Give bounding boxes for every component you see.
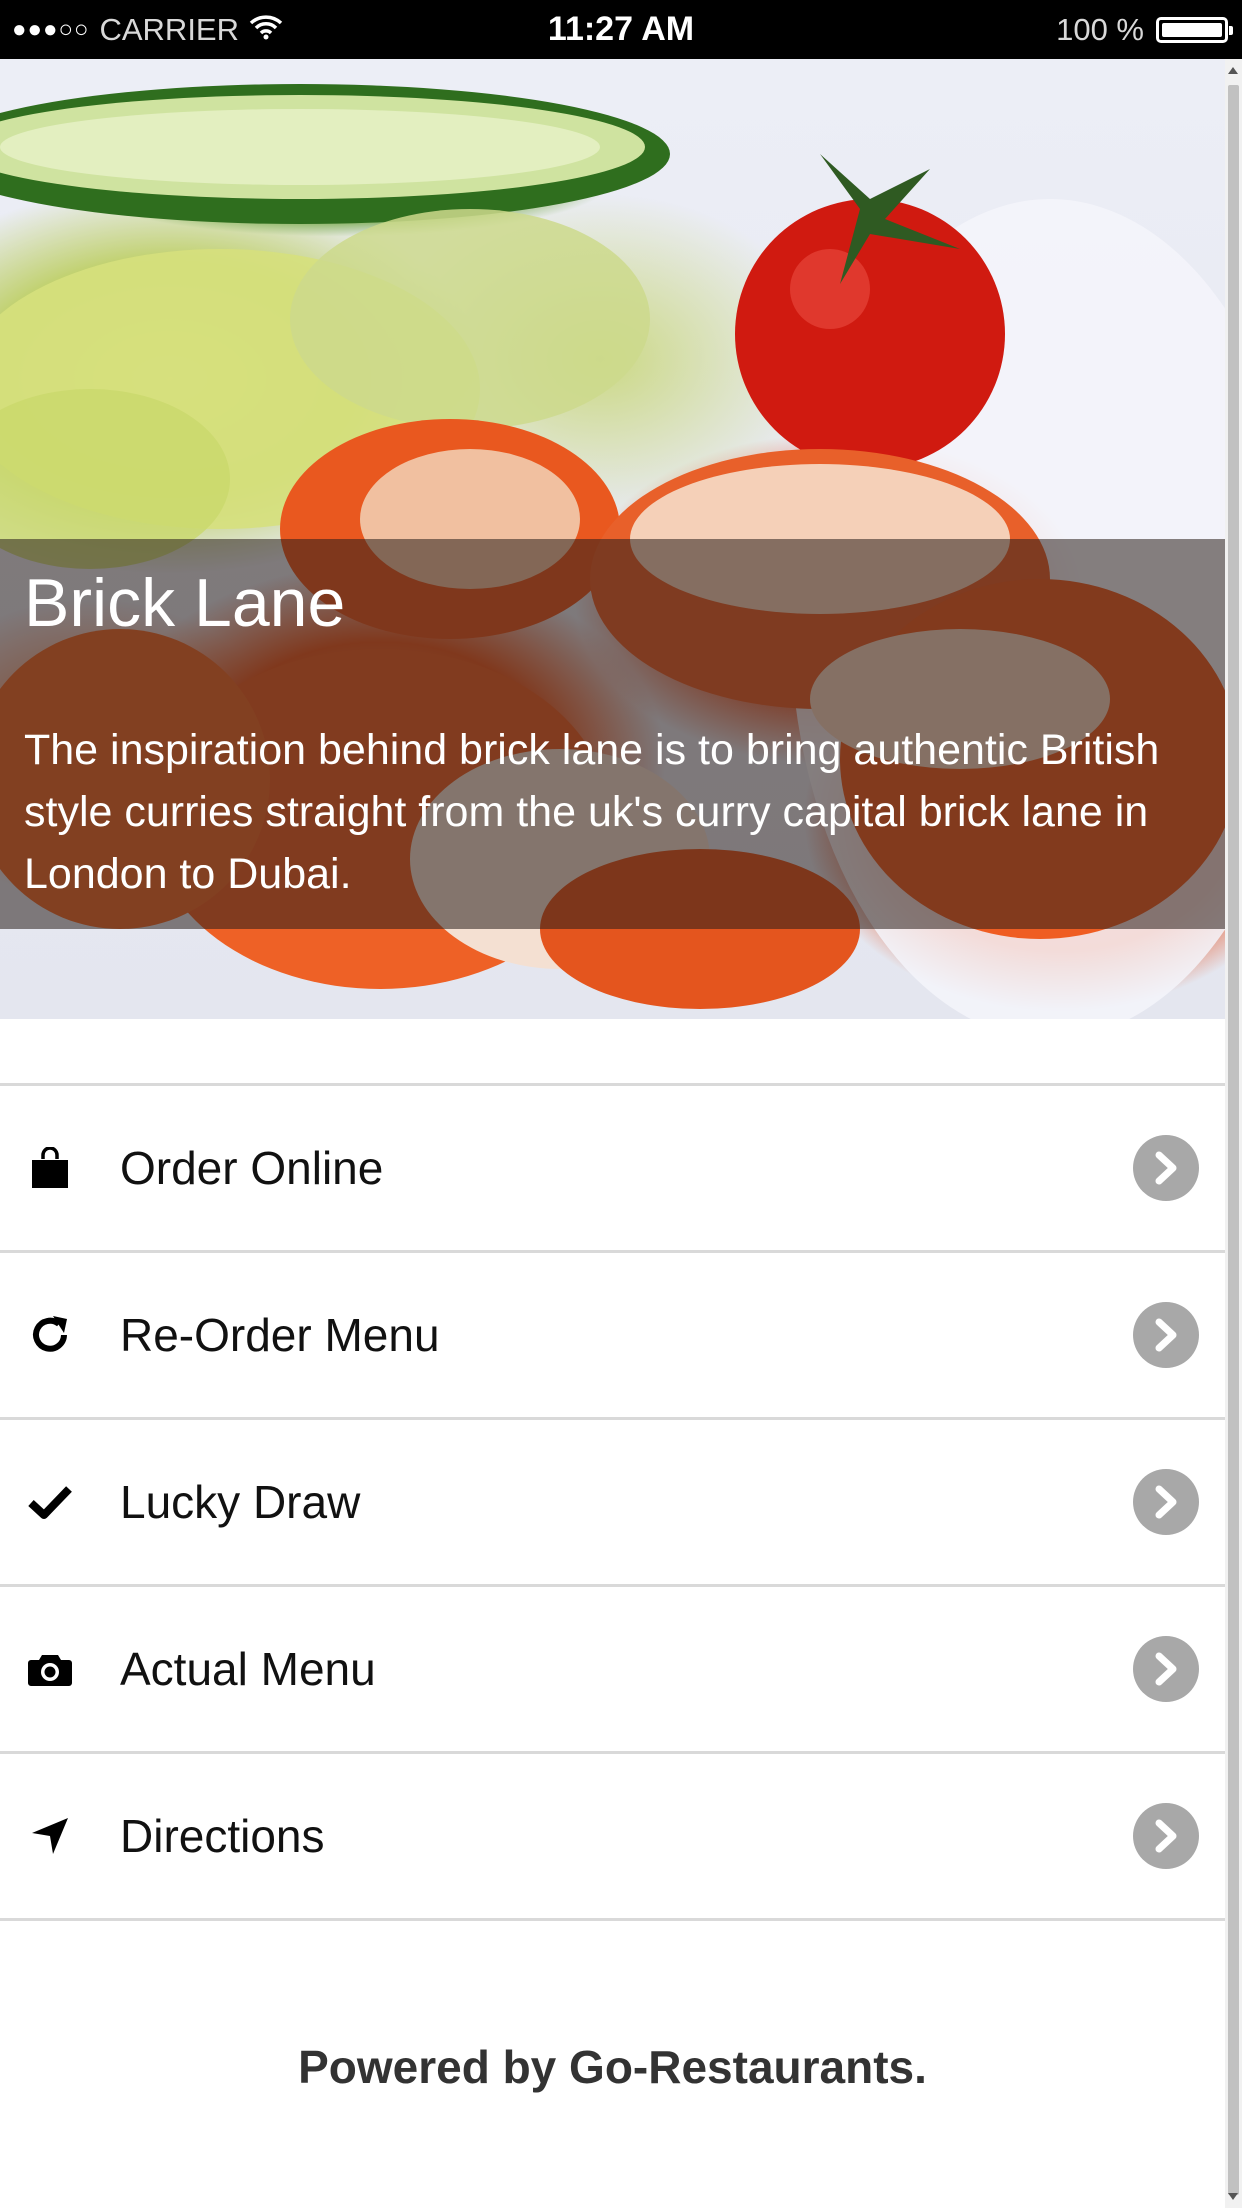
- chevron-right-icon[interactable]: [1133, 1135, 1199, 1201]
- menu-item-label: Lucky Draw: [120, 1476, 361, 1528]
- location-arrow-icon: [28, 1814, 72, 1858]
- status-bar: ●●●○○ CARRIER 11:27 AM 100 %: [0, 0, 1242, 59]
- checkmark-icon: [28, 1480, 72, 1524]
- chevron-right-icon[interactable]: [1133, 1803, 1199, 1869]
- scrollbar[interactable]: [1225, 59, 1242, 2208]
- menu-item-order-online[interactable]: Order Online: [0, 1086, 1225, 1253]
- shopping-bag-icon: [28, 1146, 72, 1190]
- chevron-right-icon[interactable]: [1133, 1636, 1199, 1702]
- chevron-right-icon[interactable]: [1133, 1302, 1199, 1368]
- menu-item-label: Order Online: [120, 1142, 384, 1194]
- camera-icon: [28, 1647, 72, 1691]
- menu-item-directions[interactable]: Directions: [0, 1754, 1225, 1921]
- scroll-down-arrow-icon[interactable]: [1228, 2193, 1238, 2200]
- battery-percentage: 100 %: [1056, 11, 1144, 47]
- menu-item-lucky-draw[interactable]: Lucky Draw: [0, 1420, 1225, 1587]
- menu-item-label: Actual Menu: [120, 1643, 376, 1695]
- menu-item-label: Directions: [120, 1810, 325, 1862]
- menu-item-label: Re-Order Menu: [120, 1309, 440, 1361]
- menu-item-re-order-menu[interactable]: Re-Order Menu: [0, 1253, 1225, 1420]
- battery-icon: [1156, 16, 1233, 43]
- hero-banner: Brick Lane The inspiration behind brick …: [0, 59, 1225, 1019]
- refresh-icon: [28, 1313, 72, 1357]
- restaurant-description: The inspiration behind brick lane is to …: [24, 726, 1160, 898]
- chevron-right-icon[interactable]: [1133, 1469, 1199, 1535]
- scrollbar-thumb[interactable]: [1228, 85, 1239, 2195]
- restaurant-name: Brick Lane: [24, 565, 346, 641]
- scroll-up-arrow-icon[interactable]: [1228, 67, 1238, 74]
- powered-by-footer: Powered by Go-Restaurants.: [298, 2041, 927, 2093]
- menu-item-actual-menu[interactable]: Actual Menu: [0, 1587, 1225, 1754]
- menu-list: Order Online Re-Order Menu Lucky Draw Ac…: [0, 1083, 1225, 1921]
